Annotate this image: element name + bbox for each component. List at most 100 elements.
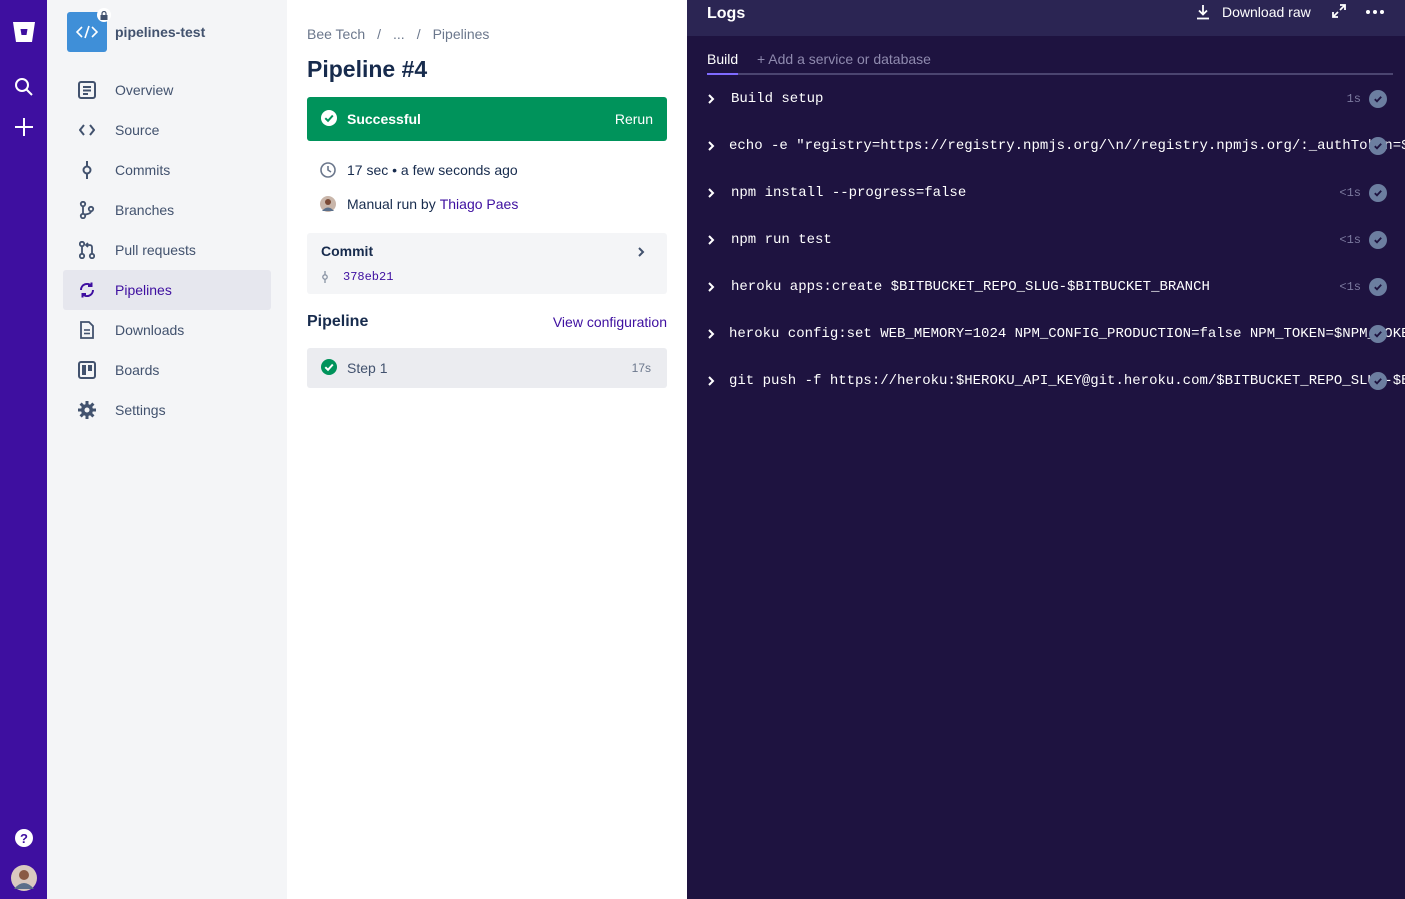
source-code-icon (77, 120, 97, 140)
sidebar-item-label: Commits (115, 162, 171, 178)
search-icon[interactable] (0, 69, 47, 105)
bitbucket-logo-icon[interactable] (0, 14, 47, 50)
svg-text:?: ? (20, 831, 28, 846)
sidebar-item-branches[interactable]: Branches (63, 190, 271, 230)
chevron-right-icon (637, 245, 645, 261)
breadcrumb-separator: / (377, 26, 382, 42)
check-circle-icon (321, 109, 337, 129)
breadcrumb-pipelines[interactable]: Pipelines (433, 26, 490, 42)
tab-build[interactable]: Build (707, 51, 739, 75)
commit-icon (77, 160, 97, 180)
commit-card[interactable]: Commit 378eb21 (307, 233, 667, 294)
lock-icon (97, 8, 111, 22)
log-command-duration: <1s (1339, 280, 1361, 294)
sidebar-item-label: Settings (115, 402, 166, 418)
gear-icon (77, 400, 97, 420)
sidebar-item-settings[interactable]: Settings (63, 390, 271, 430)
log-command-row[interactable]: git push -f https://heroku:$HEROKU_API_K… (707, 369, 1405, 393)
check-circle-icon (1369, 137, 1387, 155)
breadcrumb-ellipsis[interactable]: ... (393, 26, 405, 42)
chevron-right-icon (707, 281, 717, 293)
overview-icon (77, 80, 97, 100)
log-command-text: heroku apps:create $BITBUCKET_REPO_SLUG-… (731, 279, 1210, 295)
sidebar-item-pull-requests[interactable]: Pull requests (63, 230, 271, 270)
log-command-row[interactable]: npm run test <1s (707, 228, 1405, 252)
user-avatar[interactable] (0, 860, 47, 896)
sidebar-item-label: Source (115, 122, 160, 138)
repo-name: pipelines-test (115, 24, 206, 40)
status-label: Successful (347, 111, 421, 127)
download-icon (1196, 4, 1210, 20)
log-command-duration: <1s (1339, 186, 1361, 200)
log-command-row[interactable]: npm install --progress=false <1s (707, 181, 1405, 205)
pipelines-icon (77, 280, 97, 300)
trigger-text: Manual run by (347, 196, 436, 212)
log-command-text: echo -e "registry=https://registry.npmjs… (729, 138, 1405, 154)
download-raw-button[interactable]: Download raw (1196, 4, 1311, 20)
log-command-row[interactable]: heroku apps:create $BITBUCKET_REPO_SLUG-… (707, 275, 1405, 299)
check-circle-icon (1369, 278, 1387, 296)
add-service-button[interactable]: + Add a service or database (757, 51, 931, 67)
branch-icon (77, 200, 97, 220)
pipeline-section-header: Pipeline View configuration (307, 313, 667, 331)
logs-header: Logs Download raw (687, 0, 1405, 36)
sidebar-item-label: Branches (115, 202, 175, 218)
project-sidebar: pipelines-test Overview Source Commits B… (47, 0, 287, 899)
logs-panel: Logs Download raw Build + Add a service … (687, 0, 1405, 899)
create-plus-icon[interactable] (0, 109, 47, 145)
sidebar-item-label: Overview (115, 82, 174, 98)
status-banner: Successful Rerun (307, 97, 667, 141)
sidebar-item-commits[interactable]: Commits (63, 150, 271, 190)
sidebar-item-pipelines[interactable]: Pipelines (63, 270, 271, 310)
log-command-text: git push -f https://heroku:$HEROKU_API_K… (729, 373, 1405, 389)
logs-title: Logs (707, 5, 746, 22)
breadcrumb-workspace[interactable]: Bee Tech (307, 26, 365, 42)
rerun-button[interactable]: Rerun (615, 111, 653, 127)
step-name: Step 1 (347, 360, 388, 376)
chevron-right-icon (707, 375, 715, 387)
trigger-user-link[interactable]: Thiago Paes (440, 196, 519, 212)
check-circle-icon (1369, 372, 1387, 390)
expand-icon[interactable] (1332, 4, 1346, 21)
sidebar-item-source[interactable]: Source (63, 110, 271, 150)
code-icon (76, 25, 98, 39)
repo-header[interactable]: pipelines-test (67, 8, 206, 52)
sidebar-item-downloads[interactable]: Downloads (63, 310, 271, 350)
view-configuration-link[interactable]: View configuration (553, 314, 667, 330)
chevron-right-icon (707, 140, 715, 152)
commit-label: Commit (321, 243, 374, 259)
trigger-row: Manual run by Thiago Paes (320, 196, 518, 212)
log-command-row[interactable]: Build setup 1s (707, 87, 1405, 111)
commit-hash-row: 378eb21 (321, 270, 393, 284)
more-options-icon[interactable] (1365, 4, 1385, 23)
sidebar-item-boards[interactable]: Boards (63, 350, 271, 390)
log-command-text: Build setup (731, 91, 824, 107)
log-command-duration: 1s (1346, 92, 1361, 106)
downloads-icon (77, 320, 97, 340)
chevron-right-icon (707, 234, 717, 246)
commit-icon (321, 271, 329, 283)
sidebar-item-label: Pipelines (115, 282, 172, 298)
clock-icon (320, 162, 336, 178)
log-command-row[interactable]: heroku config:set WEB_MEMORY=1024 NPM_CO… (707, 322, 1405, 346)
breadcrumb: Bee Tech / ... / Pipelines (307, 26, 489, 42)
log-command-duration: <1s (1339, 233, 1361, 247)
log-command-text: npm install --progress=false (731, 185, 967, 201)
breadcrumb-separator: / (416, 26, 421, 42)
help-icon[interactable]: ? (0, 820, 47, 856)
step-item[interactable]: Step 1 17s (307, 348, 667, 388)
user-avatar (320, 196, 336, 212)
log-command-row[interactable]: echo -e "registry=https://registry.npmjs… (707, 134, 1405, 158)
duration-row: 17 sec • a few seconds ago (320, 162, 518, 178)
sidebar-item-overview[interactable]: Overview (63, 70, 271, 110)
commit-hash-link[interactable]: 378eb21 (343, 270, 393, 284)
pipeline-section-label: Pipeline (307, 313, 369, 330)
duration-text: 17 sec • a few seconds ago (347, 162, 518, 178)
check-circle-icon (1369, 231, 1387, 249)
check-circle-icon (321, 358, 337, 378)
chevron-right-icon (707, 93, 717, 105)
boards-icon (77, 360, 97, 380)
check-circle-icon (1369, 325, 1387, 343)
check-circle-icon (1369, 184, 1387, 202)
sidebar-item-label: Boards (115, 362, 160, 378)
